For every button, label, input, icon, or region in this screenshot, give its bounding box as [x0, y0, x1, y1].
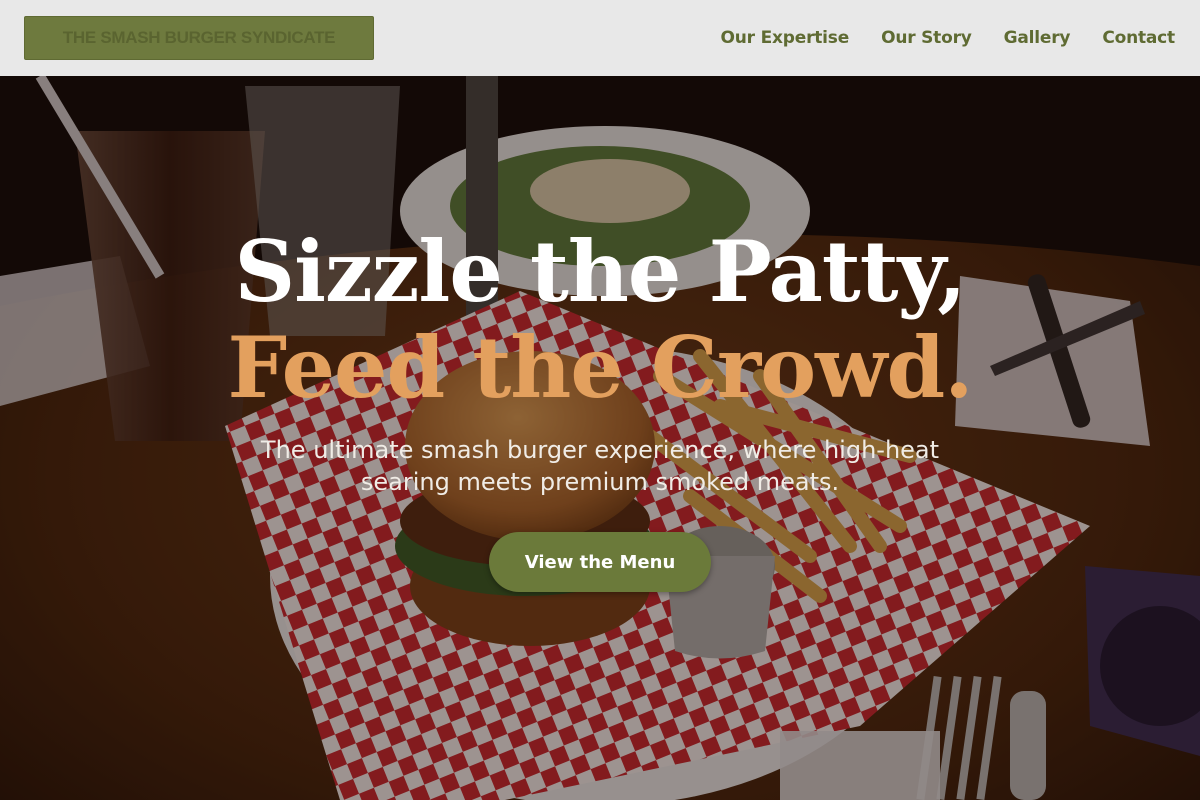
hero-title-line-1: Sizzle the Patty, [234, 222, 966, 321]
nav-link-gallery[interactable]: Gallery [1004, 28, 1071, 48]
main-nav: Our Expertise Our Story Gallery Contact [721, 0, 1176, 76]
hero-section: Sizzle the Patty, Feed the Crowd. The ul… [0, 76, 1200, 800]
hero-title-line-2: Feed the Crowd. [227, 318, 974, 417]
hero-content: Sizzle the Patty, Feed the Crowd. The ul… [0, 76, 1200, 800]
brand-logo[interactable]: THE SMASH BURGER SYNDICATE [24, 16, 374, 60]
view-menu-button[interactable]: View the Menu [489, 532, 711, 592]
site-header: THE SMASH BURGER SYNDICATE Our Expertise… [0, 0, 1200, 76]
hero-subtitle: The ultimate smash burger experience, wh… [260, 436, 940, 496]
nav-link-our-expertise[interactable]: Our Expertise [721, 28, 850, 48]
nav-link-our-story[interactable]: Our Story [881, 28, 972, 48]
nav-link-contact[interactable]: Contact [1102, 28, 1175, 48]
hero-title: Sizzle the Patty, Feed the Crowd. [227, 222, 974, 417]
